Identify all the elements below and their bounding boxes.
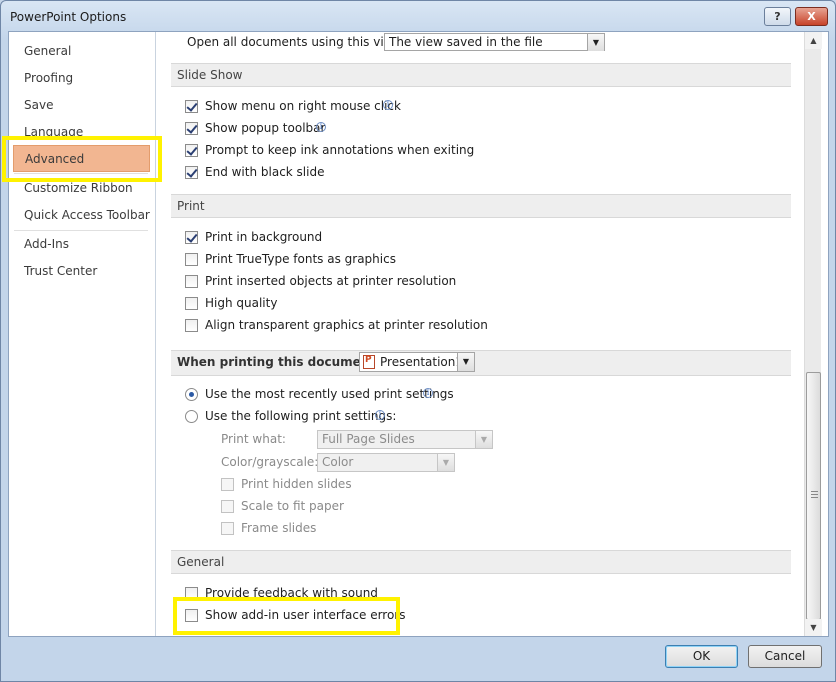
print-what-dropdown[interactable]: Full Page Slides ▼ — [317, 430, 493, 449]
title-bar: PowerPoint Options ? X — [1, 1, 835, 31]
color-grayscale-dropdown[interactable]: Color ▼ — [317, 453, 455, 472]
radio-following-settings[interactable] — [185, 410, 198, 423]
cancel-button[interactable]: Cancel — [748, 645, 822, 668]
nav-item-proofing[interactable]: Proofing — [12, 65, 152, 92]
nav-item-advanced[interactable]: Advanced — [13, 145, 150, 172]
addin-ui-errors-checkbox[interactable] — [185, 609, 198, 622]
radio-following-label: Use the following print settings: — [205, 409, 397, 423]
nav-item-language[interactable]: Language — [12, 119, 152, 146]
chevron-down-icon: ▼ — [437, 454, 454, 471]
nav-item-general[interactable]: General — [12, 38, 152, 65]
prompt-ink-checkbox[interactable] — [185, 144, 198, 157]
close-button[interactable]: X — [795, 7, 828, 26]
radio-recent-label: Use the most recently used print setting… — [205, 387, 454, 401]
radio-recent-settings[interactable] — [185, 388, 198, 401]
frame-slides-label: Frame slides — [241, 521, 317, 535]
show-menu-checkbox[interactable] — [185, 100, 198, 113]
show-popup-toolbar-label: Show popup toolbar — [205, 121, 326, 135]
print-inserted-objects-checkbox[interactable] — [185, 275, 198, 288]
align-transparent-label: Align transparent graphics at printer re… — [205, 318, 488, 332]
nav-pane: General Proofing Save Language Advanced … — [10, 35, 150, 635]
print-background-label: Print in background — [205, 230, 323, 244]
feedback-sound-checkbox[interactable] — [185, 587, 198, 600]
powerpoint-file-icon — [363, 355, 375, 369]
open-all-value: The view saved in the file — [389, 35, 543, 49]
settings-pane: Open all documents using this view The v… — [157, 32, 805, 636]
scroll-thumb[interactable] — [806, 372, 821, 620]
show-menu-label: Show menu on right mouse click — [205, 99, 401, 113]
nav-separator — [155, 32, 156, 636]
when-printing-header: When printing this document: — [171, 350, 791, 376]
print-hidden-slides-checkbox[interactable] — [221, 478, 234, 491]
nav-item-customize-ribbon[interactable]: Customize Ribbon — [12, 175, 152, 202]
open-all-dropdown[interactable]: The view saved in the file ▼ — [384, 33, 605, 51]
chevron-down-icon: ▼ — [587, 34, 604, 51]
scale-to-fit-checkbox[interactable] — [221, 500, 234, 513]
document-name: Presentation1 — [380, 355, 463, 369]
high-quality-label: High quality — [205, 296, 278, 310]
print-inserted-objects-label: Print inserted objects at printer resolu… — [205, 274, 457, 288]
info-icon: i — [383, 100, 393, 110]
print-what-label: Print what: — [221, 432, 286, 446]
info-icon: i — [316, 122, 326, 132]
align-transparent-checkbox[interactable] — [185, 319, 198, 332]
color-grayscale-label: Color/grayscale: — [221, 455, 319, 469]
grip-line — [811, 491, 818, 492]
print-what-value: Full Page Slides — [322, 432, 415, 446]
print-truetype-label: Print TrueType fonts as graphics — [205, 252, 396, 266]
when-printing-label: When printing this document: — [177, 355, 380, 369]
scroll-up-button[interactable]: ▲ — [805, 32, 822, 49]
nav-divider — [14, 173, 148, 174]
slideshow-header: Slide Show — [171, 63, 791, 87]
help-button[interactable]: ? — [764, 7, 791, 26]
chevron-down-icon: ▼ — [475, 431, 492, 448]
color-grayscale-value: Color — [322, 455, 354, 469]
addin-ui-errors-label: Show add-in user interface errors — [205, 608, 406, 622]
open-all-label: Open all documents using this view — [187, 35, 401, 49]
print-truetype-checkbox[interactable] — [185, 253, 198, 266]
high-quality-checkbox[interactable] — [185, 297, 198, 310]
options-dialog: PowerPoint Options ? X General Proofing … — [0, 0, 836, 682]
show-popup-toolbar-checkbox[interactable] — [185, 122, 198, 135]
nav-item-add-ins[interactable]: Add-Ins — [12, 231, 152, 258]
print-hidden-slides-label: Print hidden slides — [241, 477, 352, 491]
grip-line — [811, 497, 818, 498]
chevron-down-icon: ▼ — [457, 353, 474, 371]
ok-button[interactable]: OK — [665, 645, 738, 668]
nav-item-quick-access-toolbar[interactable]: Quick Access Toolbar — [12, 202, 152, 229]
print-header: Print — [171, 194, 791, 218]
nav-item-trust-center[interactable]: Trust Center — [12, 258, 152, 285]
info-icon: i — [375, 410, 385, 420]
nav-item-save[interactable]: Save — [12, 92, 152, 119]
info-icon: i — [423, 388, 433, 398]
document-dropdown[interactable]: Presentation1 ▼ — [359, 352, 475, 372]
vertical-scrollbar[interactable]: ▲ ▼ — [804, 32, 822, 636]
end-black-slide-label: End with black slide — [205, 165, 325, 179]
prompt-ink-label: Prompt to keep ink annotations when exit… — [205, 143, 475, 157]
end-black-slide-checkbox[interactable] — [185, 166, 198, 179]
general-header: General — [171, 550, 791, 574]
print-background-checkbox[interactable] — [185, 231, 198, 244]
frame-slides-checkbox[interactable] — [221, 522, 234, 535]
window-title: PowerPoint Options — [10, 10, 127, 24]
grip-line — [811, 494, 818, 495]
scale-to-fit-label: Scale to fit paper — [241, 499, 344, 513]
feedback-sound-label: Provide feedback with sound — [205, 586, 378, 600]
scroll-down-button[interactable]: ▼ — [805, 619, 822, 636]
